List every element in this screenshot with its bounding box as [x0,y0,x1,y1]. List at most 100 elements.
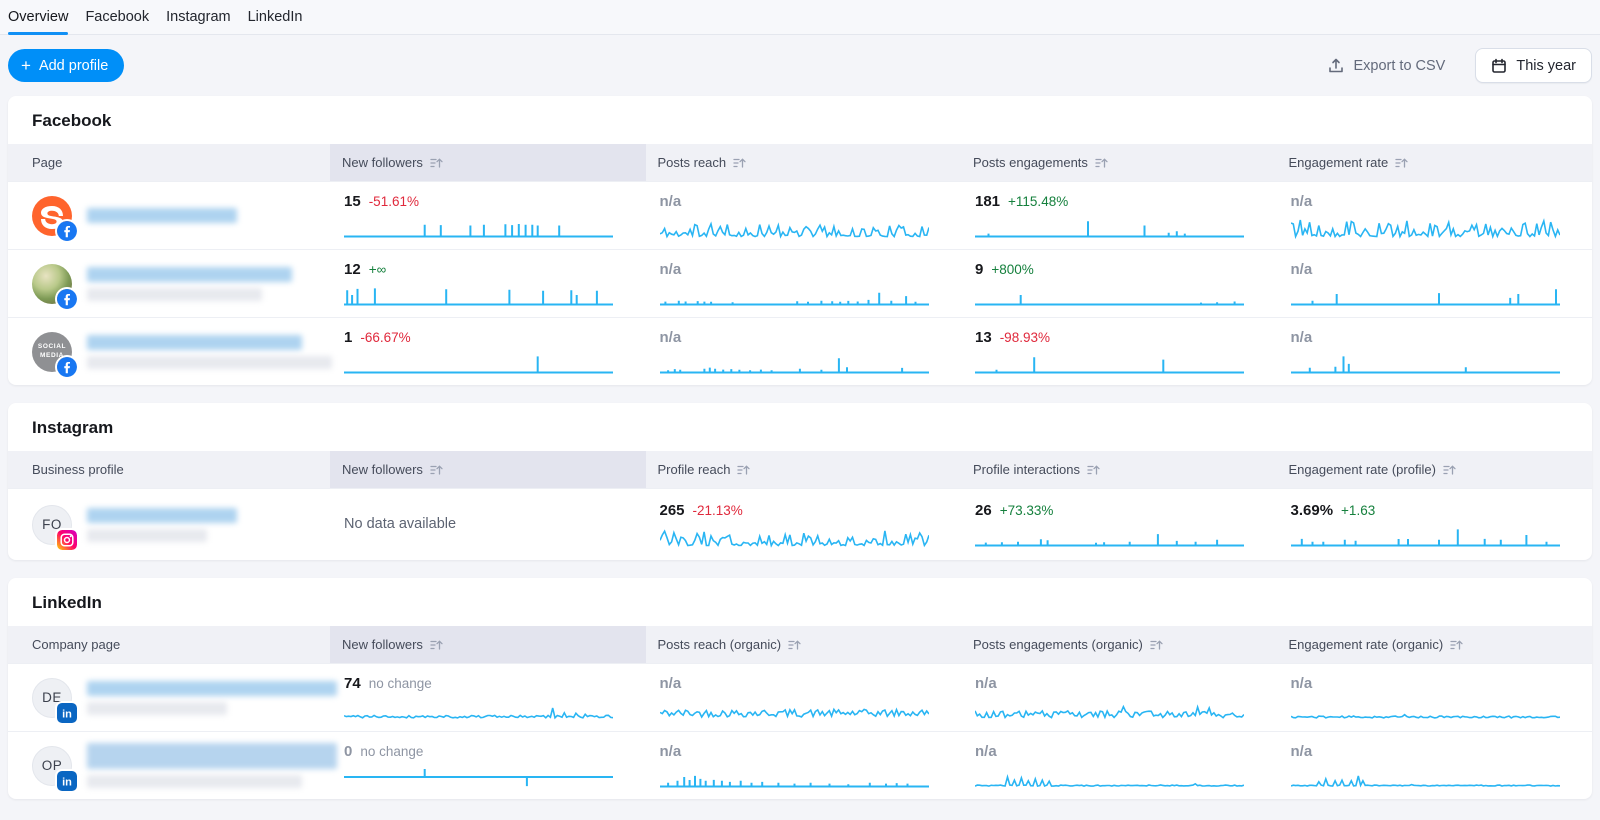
sparkline-chart [344,697,613,721]
metric-value: 12 [344,261,361,278]
column-header-posts-reach-organic[interactable]: Posts reach (organic) [646,626,962,663]
metric-delta: +800% [991,262,1033,277]
instagram-section-card: Instagram Business profile New followers… [8,403,1592,560]
page-cell [8,188,330,244]
table-row[interactable]: FO No data available 265-21.13% 26 +73.33… [8,488,1592,560]
sort-icon [1443,464,1456,476]
profile-avatar: OP in [32,746,72,786]
new-followers-cell: 1-66.67% [330,319,646,385]
metric-value: n/a [660,261,682,278]
tab-facebook[interactable]: Facebook [85,9,149,34]
sparkline-chart [1291,351,1560,375]
profile-interactions-cell: 26 +73.33% [961,492,1277,558]
top-tab-bar: Overview Facebook Instagram LinkedIn [0,0,1600,35]
column-header-engagement-rate-profile[interactable]: Engagement rate (profile) [1277,451,1593,488]
profile-name-redacted [87,508,237,542]
table-row[interactable]: 15-51.61% n/a 181+115.48% n/a [8,181,1592,249]
engagement-rate-cell: n/a [1277,319,1593,385]
column-header-new-followers[interactable]: New followers [330,626,646,663]
column-header-new-followers[interactable]: New followers [330,451,646,488]
column-header-posts-reach[interactable]: Posts reach [646,144,962,181]
profile-name-redacted [87,681,337,715]
sparkline-chart [975,215,1244,239]
column-header-profile-reach[interactable]: Profile reach [646,451,962,488]
sort-icon [788,639,801,651]
metric-delta: +115.48% [1008,194,1068,209]
metric-delta: +73.33% [1000,503,1054,518]
add-profile-button[interactable]: + Add profile [8,49,124,82]
column-header-new-followers[interactable]: New followers [330,144,646,181]
table-row[interactable]: DE in 74no change n/a n/a n/a [8,663,1592,731]
metric-value: n/a [1291,743,1313,760]
metric-value: 9 [975,261,983,278]
metric-delta: -51.61% [369,194,419,209]
facebook-badge-icon [57,289,77,309]
export-csv-button[interactable]: Export to CSV [1328,58,1445,74]
metric-value: 1 [344,329,352,346]
export-icon [1328,58,1344,74]
engagement-rate-cell: n/a [1277,183,1593,249]
sparkline-chart [344,351,613,375]
sort-icon [430,157,443,169]
metric-delta: no change [360,744,423,759]
sparkline-chart [660,765,929,789]
column-header-engagement-rate-organic[interactable]: Engagement rate (organic) [1277,626,1593,663]
date-range-button[interactable]: This year [1475,48,1592,83]
posts-engagements-cell: 181+115.48% [961,183,1277,249]
calendar-icon [1491,58,1507,74]
metric-value: 3.69% [1291,502,1334,519]
metric-value: n/a [660,675,682,692]
profile-avatar: FO [32,505,72,545]
svg-text:in: in [62,776,72,788]
table-row[interactable]: SOCIAL MEDIA 1-66.67% n/a 13-98.93% n/a [8,317,1592,385]
metric-delta: +∞ [369,262,387,277]
profile-reach-cell: 265-21.13% [646,492,962,558]
posts-engagements-organic-cell: n/a [961,665,1277,731]
table-row[interactable]: OP in 0no change n/a n/a n/a [8,731,1592,799]
metric-value: n/a [660,329,682,346]
avatar-text: SOCIAL [38,343,66,351]
sparkline-chart [1291,283,1560,307]
svg-text:in: in [62,708,72,720]
sort-icon [733,157,746,169]
column-header-posts-engagements-organic[interactable]: Posts engagements (organic) [961,626,1277,663]
table-row[interactable]: 12 +∞ n/a 9 +800% n/a [8,249,1592,317]
posts-reach-cell: n/a [646,183,962,249]
new-followers-cell: 0no change [330,733,646,799]
new-followers-cell: No data available [330,505,646,545]
sparkline-chart [344,283,613,307]
instagram-table-header: Business profile New followers Profile r… [8,451,1592,488]
sparkline-chart [1291,215,1560,239]
sparkline-chart [975,351,1244,375]
page-cell: DE in [8,670,330,726]
sparkline-chart [975,765,1244,789]
metric-value: n/a [1291,261,1313,278]
metric-value: n/a [1291,675,1313,692]
column-header-engagement-rate[interactable]: Engagement rate [1277,144,1593,181]
add-profile-label: Add profile [39,58,108,74]
column-header-page: Page [8,144,330,181]
section-title: Facebook [8,96,1592,144]
posts-engagements-organic-cell: n/a [961,733,1277,799]
posts-reach-cell: n/a [646,319,962,385]
column-header-profile-interactions[interactable]: Profile interactions [961,451,1277,488]
linkedin-badge-icon: in [57,771,77,791]
linkedin-table-header: Company page New followers Posts reach (… [8,626,1592,663]
profile-name-redacted [87,335,332,369]
sparkline-chart [660,524,929,548]
sort-icon [1095,157,1108,169]
metric-delta: -98.93% [1000,330,1050,345]
profile-name-redacted [87,267,292,301]
linkedin-badge-icon: in [57,703,77,723]
date-range-label: This year [1516,58,1576,74]
column-header-posts-engagements[interactable]: Posts engagements [961,144,1277,181]
tab-instagram[interactable]: Instagram [166,9,230,34]
sort-icon [1395,157,1408,169]
tab-overview[interactable]: Overview [8,9,68,34]
tab-linkedin[interactable]: LinkedIn [248,9,303,34]
metric-value: n/a [1291,329,1313,346]
sparkline-chart [660,351,929,375]
plus-icon: + [21,57,31,74]
metric-delta: no change [369,676,432,691]
metric-value: 26 [975,502,992,519]
